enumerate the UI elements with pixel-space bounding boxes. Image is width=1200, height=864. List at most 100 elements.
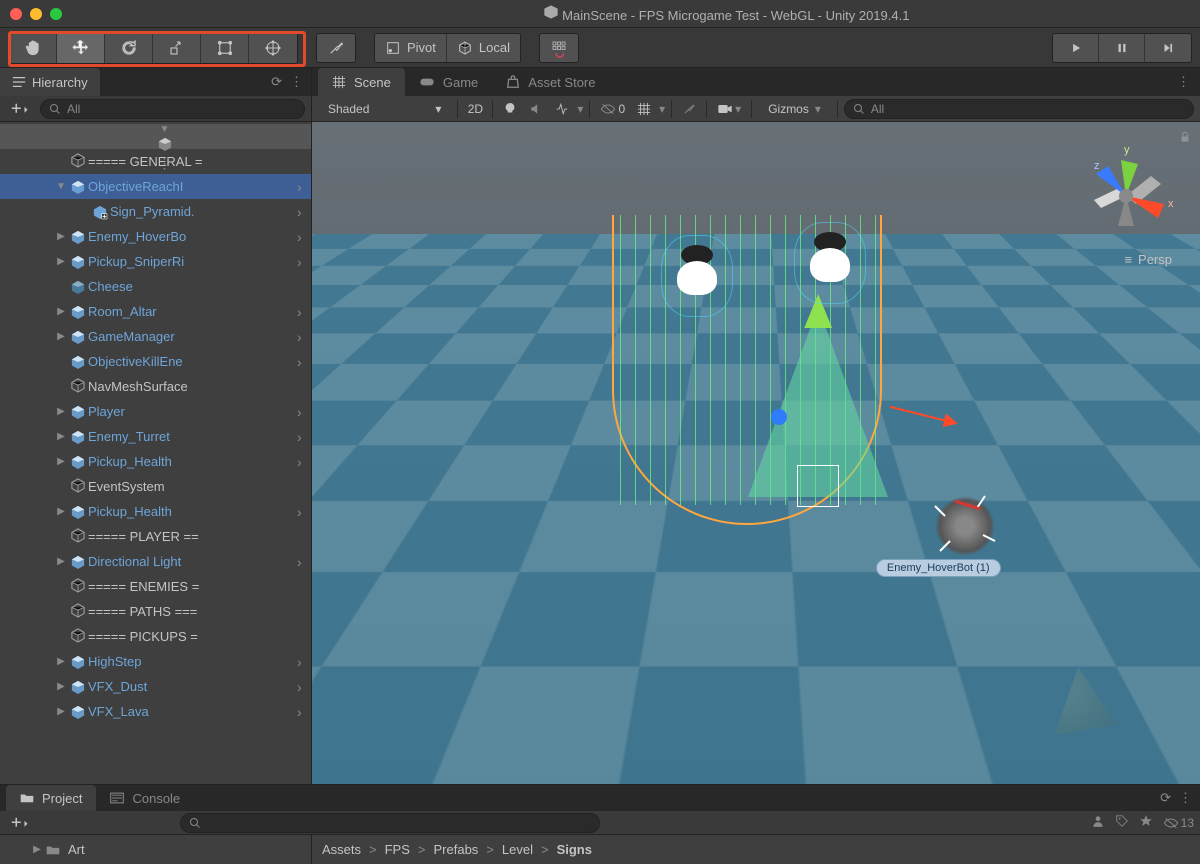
create-button[interactable] (6, 99, 34, 119)
tools-button[interactable] (678, 99, 700, 119)
open-prefab-icon[interactable]: › (297, 429, 311, 445)
lock-icon[interactable]: ⟳ (1160, 790, 1171, 806)
fx-toggle-button[interactable] (551, 99, 573, 119)
project-tab[interactable]: Project (6, 785, 96, 811)
open-prefab-icon[interactable]: › (297, 329, 311, 345)
expand-toggle[interactable]: ▶ (54, 555, 68, 569)
open-prefab-icon[interactable]: › (297, 404, 311, 420)
breadcrumb-segment[interactable]: Signs (557, 842, 592, 857)
snap-toggle-button[interactable] (539, 33, 579, 63)
local-toggle-button[interactable]: Local (447, 34, 520, 62)
tree-row[interactable]: ===== ENEMIES = (0, 574, 311, 599)
expand-toggle[interactable]: ▶ (54, 655, 68, 669)
tree-row[interactable]: Cheese (0, 274, 311, 299)
open-prefab-icon[interactable]: › (297, 204, 311, 220)
camera-settings-button[interactable]: ▾ (713, 99, 745, 119)
chevron-down-icon[interactable]: ▾ (659, 102, 665, 116)
tree-row[interactable]: ▶VFX_Lava› (0, 699, 311, 724)
scale-tool-button[interactable] (153, 33, 201, 63)
window-maximize-button[interactable] (50, 8, 62, 20)
scene-tab[interactable]: Scene (318, 68, 405, 96)
open-prefab-icon[interactable]: › (297, 229, 311, 245)
expand-toggle[interactable]: ▶ (54, 305, 68, 319)
tree-row[interactable]: ▶HighStep› (0, 649, 311, 674)
move-gizmo-origin[interactable] (771, 409, 787, 425)
open-prefab-icon[interactable]: › (297, 554, 311, 570)
scene-root-row[interactable]: ▼ MainScene* ⋮ (0, 124, 311, 149)
tree-row[interactable]: ===== PICKUPS = (0, 624, 311, 649)
expand-toggle[interactable]: ▶ (54, 330, 68, 344)
rect-tool-button[interactable] (201, 33, 249, 63)
open-prefab-icon[interactable]: › (297, 679, 311, 695)
expand-toggle[interactable]: ▶ (54, 405, 68, 419)
tree-row[interactable]: EventSystem (0, 474, 311, 499)
options-icon[interactable]: ⋮ (1167, 74, 1200, 90)
play-button[interactable] (1053, 34, 1099, 62)
expand-toggle[interactable]: ▶ (54, 505, 68, 519)
gizmos-dropdown[interactable]: Gizmos ▾ (758, 99, 831, 119)
expand-toggle[interactable]: ▶ (30, 843, 44, 857)
hand-tool-button[interactable] (9, 33, 57, 63)
tree-row[interactable]: ===== PLAYER == (0, 524, 311, 549)
orientation-gizmo[interactable]: y x z (1066, 136, 1186, 256)
window-minimize-button[interactable] (30, 8, 42, 20)
tree-row[interactable]: ▶Pickup_SniperRi› (0, 249, 311, 274)
expand-toggle[interactable]: ▶ (54, 705, 68, 719)
expand-toggle[interactable]: ▶ (54, 430, 68, 444)
tree-row[interactable]: ===== GENERAL = (0, 149, 311, 174)
hierarchy-search-input[interactable]: All (40, 99, 305, 119)
project-folder-tree[interactable]: ▶ Art (0, 835, 312, 864)
expand-toggle[interactable]: ▶ (54, 455, 68, 469)
tree-row[interactable]: ▼ObjectiveReachI› (0, 174, 311, 199)
breadcrumb-segment[interactable]: Prefabs (434, 842, 479, 857)
tree-row[interactable]: NavMeshSurface (0, 374, 311, 399)
filter-label-button[interactable] (1139, 814, 1153, 831)
tree-row[interactable]: ▶VFX_Dust› (0, 674, 311, 699)
transform-tool-button[interactable] (249, 33, 297, 63)
open-prefab-icon[interactable]: › (297, 704, 311, 720)
scene-viewport[interactable]: Enemy_HoverBot (1) y x z (312, 122, 1200, 784)
console-tab[interactable]: Console (96, 785, 194, 811)
open-prefab-icon[interactable]: › (297, 504, 311, 520)
tree-row[interactable]: ▶Enemy_HoverBo› (0, 224, 311, 249)
move-tool-button[interactable] (57, 33, 105, 63)
open-prefab-icon[interactable]: › (297, 179, 311, 195)
filter-type-button[interactable] (1115, 814, 1129, 831)
pivot-toggle-button[interactable]: Pivot (375, 34, 447, 62)
game-tab[interactable]: Game (405, 68, 492, 96)
tree-row[interactable]: ObjectiveKillEne› (0, 349, 311, 374)
rotate-tool-button[interactable] (105, 33, 153, 63)
tree-row[interactable]: ▶Enemy_Turret› (0, 424, 311, 449)
scene-search-input[interactable]: All (844, 99, 1194, 119)
breadcrumb-segment[interactable]: Level (502, 842, 533, 857)
project-breadcrumb[interactable]: Assets>FPS>Prefabs>Level>Signs (312, 835, 1200, 864)
chevron-down-icon[interactable]: ▾ (577, 102, 583, 116)
tree-row[interactable]: Sign_Pyramid.› (0, 199, 311, 224)
expand-toggle[interactable]: ▼ (158, 124, 172, 135)
expand-toggle[interactable]: ▶ (54, 255, 68, 269)
hidden-toggle-button[interactable]: 13 (1163, 816, 1194, 830)
shading-mode-dropdown[interactable]: Shaded ▾ (318, 99, 451, 119)
tree-row[interactable]: ▶Player› (0, 399, 311, 424)
expand-toggle[interactable]: ▶ (54, 230, 68, 244)
hierarchy-tab[interactable]: Hierarchy (0, 68, 100, 96)
tree-row[interactable]: ===== PATHS === (0, 599, 311, 624)
breadcrumb-segment[interactable]: Assets (322, 842, 361, 857)
folder-row[interactable]: ▶ Art (0, 837, 311, 862)
custom-tools-button[interactable] (316, 33, 356, 63)
grid-toggle-button[interactable] (633, 99, 655, 119)
tree-row[interactable]: ▶Pickup_Health› (0, 499, 311, 524)
expand-toggle[interactable]: ▶ (54, 680, 68, 694)
project-search-input[interactable] (180, 813, 600, 833)
options-icon[interactable]: ⋮ (1179, 790, 1192, 806)
window-close-button[interactable] (10, 8, 22, 20)
open-prefab-icon[interactable]: › (297, 454, 311, 470)
open-prefab-icon[interactable]: › (297, 254, 311, 270)
step-button[interactable] (1145, 34, 1191, 62)
open-prefab-icon[interactable]: › (297, 304, 311, 320)
hierarchy-tree[interactable]: ▼ MainScene* ⋮ ===== GENERAL =▼Objective… (0, 122, 311, 784)
tree-row[interactable]: ▶Pickup_Health› (0, 449, 311, 474)
object-label-badge[interactable]: Enemy_HoverBot (1) (876, 559, 1001, 577)
tree-row[interactable]: ▶Room_Altar› (0, 299, 311, 324)
audio-toggle-button[interactable] (525, 99, 547, 119)
